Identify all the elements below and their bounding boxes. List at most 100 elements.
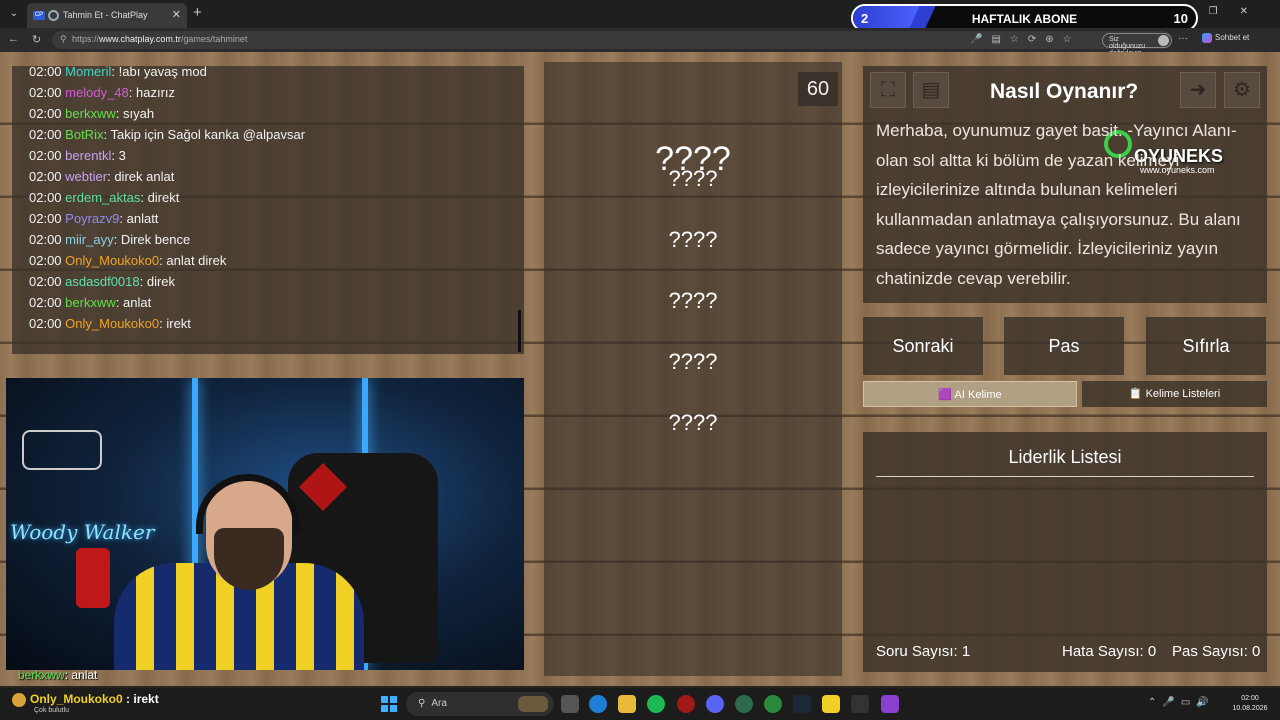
site-info-icon[interactable]: ⚲ bbox=[60, 34, 67, 45]
chat-panel: 02:00 Momeril: !abı yavaş mod 02:00 melod… bbox=[12, 64, 524, 354]
verify-identity-button[interactable]: Siz olduğunuzu doğrulayın bbox=[1102, 33, 1172, 57]
discord-icon[interactable] bbox=[706, 695, 724, 713]
chat-time: 02:00 bbox=[29, 148, 62, 163]
chat-username[interactable]: berentkl bbox=[65, 148, 111, 163]
address-action-icons[interactable]: 🎤▤☆⟳⊕☆ bbox=[970, 34, 1081, 45]
chat-text: direk anlat bbox=[114, 169, 175, 184]
weather-text: Çok bulutlu bbox=[34, 707, 70, 714]
more-menu-icon[interactable]: ··· bbox=[1178, 33, 1188, 44]
hidden-word: ???? bbox=[668, 288, 718, 313]
task-view-icon[interactable] bbox=[561, 695, 579, 713]
app-circle-icon[interactable] bbox=[735, 695, 753, 713]
chat-time: 02:00 bbox=[29, 106, 62, 121]
copilot-button[interactable]: Sohbet et bbox=[1202, 33, 1249, 43]
next-button[interactable]: Sonraki bbox=[863, 317, 983, 375]
chat-text: 3 bbox=[118, 148, 126, 163]
profile-avatar-icon bbox=[1158, 35, 1169, 46]
chat-username[interactable]: melody_48 bbox=[65, 85, 129, 100]
chat-text: !abı yavaş mod bbox=[118, 64, 207, 79]
tab-active[interactable]: CP Tahmin Et - ChatPlay ✕ bbox=[27, 3, 187, 28]
chat-time: 02:00 bbox=[29, 169, 62, 184]
url-field[interactable]: ⚲ https://www.chatplay.com.tr/games/tahm… bbox=[52, 31, 1172, 57]
chat-message: 02:00 Only_Moukoko0: anlat direk bbox=[29, 253, 227, 268]
chat-time: 02:00 bbox=[29, 190, 62, 205]
error-count: Hata Sayısı: 0 bbox=[1062, 643, 1157, 660]
chat-message: 02:00 Only_Moukoko0: irekt bbox=[29, 316, 191, 331]
chat-text: direkt bbox=[147, 190, 180, 205]
pass-button[interactable]: Pas bbox=[1004, 317, 1124, 375]
fullscreen-icon[interactable]: ⛶ bbox=[870, 72, 906, 108]
chat-message: 02:00 miir_ayy: Direk bence bbox=[29, 232, 191, 247]
chat-text: anlatt bbox=[126, 211, 159, 226]
hidden-word: ???? bbox=[668, 166, 718, 191]
chat-message: 02:00 webtier: direk anlat bbox=[29, 169, 175, 184]
reload-icon[interactable]: ↻ bbox=[32, 33, 41, 46]
site-favicon-icon bbox=[48, 10, 59, 21]
taskbar-search[interactable]: ⚲ Ara bbox=[406, 692, 554, 716]
new-tab-plus-icon[interactable]: + bbox=[193, 4, 202, 21]
ai-word-button[interactable]: 🟪 AI Kelime bbox=[863, 381, 1077, 407]
sub-goal-count: 10 bbox=[1173, 11, 1188, 26]
chat-username[interactable]: Only_Moukoko0 bbox=[65, 253, 159, 268]
chat-username[interactable]: Only_Moukoko0 bbox=[65, 316, 159, 331]
app-red-icon[interactable] bbox=[677, 695, 695, 713]
chatplay-favicon-icon: CP bbox=[33, 11, 45, 20]
chat-username[interactable]: BotRix bbox=[65, 127, 103, 142]
tab-title: Tahmin Et - ChatPlay bbox=[63, 10, 148, 20]
chat-username[interactable]: webtier bbox=[65, 169, 107, 184]
chat-message: 02:00 melody_48: hazırız bbox=[29, 85, 176, 100]
taskbar-clock[interactable]: 02:00 10.08.2026 bbox=[1226, 694, 1274, 714]
chat-username[interactable]: berkxww bbox=[65, 295, 116, 310]
notification-avatar-icon bbox=[12, 692, 26, 707]
chat-username[interactable]: berkxww bbox=[65, 106, 116, 121]
reset-button[interactable]: Sıfırla bbox=[1146, 317, 1266, 375]
chat-username[interactable]: Poyrazv9 bbox=[65, 211, 119, 226]
chat-text: Takip için Sağol kanka @alpavsar bbox=[110, 127, 306, 142]
chat-message: 02:00 erdem_aktas: direkt bbox=[29, 190, 180, 205]
chat-time: 02:00 bbox=[29, 274, 62, 289]
webcam-feed: Woody Walker bbox=[6, 378, 524, 670]
how-to-play-text: Merhaba, oyunumuz gayet basit. -Yayıncı … bbox=[876, 121, 1241, 288]
back-arrow-icon[interactable]: ← bbox=[8, 33, 19, 45]
hidden-word: ???? bbox=[668, 410, 718, 435]
app-purple-icon[interactable] bbox=[881, 695, 899, 713]
app-yellow-icon[interactable] bbox=[822, 695, 840, 713]
chat-username[interactable]: asdasdf0018 bbox=[65, 274, 139, 289]
word-lists-button[interactable]: 📋 Kelime Listeleri bbox=[1082, 381, 1267, 407]
exit-icon[interactable]: ➜ bbox=[1180, 72, 1216, 108]
sub-label: HAFTALIK ABONE bbox=[971, 12, 1078, 26]
system-tray-icons[interactable]: ⌃🎤▭🔊 bbox=[1148, 697, 1215, 708]
chat-username[interactable]: miir_ayy bbox=[65, 232, 113, 247]
chat-username[interactable]: Momeril bbox=[65, 64, 111, 79]
windows-start-icon[interactable] bbox=[381, 696, 397, 712]
chat-username[interactable]: erdem_aktas bbox=[65, 190, 140, 205]
chat-time: 02:00 bbox=[29, 85, 62, 100]
edge-browser-icon[interactable] bbox=[589, 695, 607, 713]
chrome-icon[interactable] bbox=[764, 695, 782, 713]
app-green-icon[interactable] bbox=[647, 695, 665, 713]
file-explorer-icon[interactable] bbox=[618, 695, 636, 713]
cam-shelf bbox=[22, 430, 102, 470]
tab-close-icon[interactable]: ✕ bbox=[172, 3, 181, 28]
chat-text: anlat bbox=[122, 295, 152, 310]
chat-message: 02:00 Momeril: !abı yavaş mod bbox=[29, 64, 207, 79]
hidden-word: ???? bbox=[668, 349, 718, 374]
rules-doc-icon[interactable]: ▤ bbox=[913, 72, 949, 108]
app-dark-icon[interactable] bbox=[851, 695, 869, 713]
cam-microphone bbox=[76, 548, 110, 608]
tab-list-chevron-icon[interactable]: ⌄ bbox=[6, 6, 22, 22]
chat-time: 02:00 bbox=[29, 64, 62, 79]
chat-time: 02:00 bbox=[29, 253, 62, 268]
steam-icon[interactable] bbox=[793, 695, 811, 713]
how-to-play-title: Nasıl Oynanır? bbox=[990, 80, 1139, 103]
taskbar-chat-notification: Only_Moukoko0 : irekt bbox=[12, 692, 159, 707]
chat-scrollbar[interactable] bbox=[518, 310, 521, 352]
settings-gear-icon[interactable]: ⚙ bbox=[1224, 72, 1260, 108]
cam-neon-sign: Woody Walker bbox=[10, 520, 155, 544]
url-text: https://www.chatplay.com.tr/games/tahmin… bbox=[72, 34, 248, 44]
chat-message: 02:00 BotRix: Takip için Sağol kanka @al… bbox=[29, 127, 306, 142]
chat-text: irekt bbox=[166, 316, 191, 331]
search-highlight-image bbox=[518, 696, 548, 712]
chat-text: anlat direk bbox=[166, 253, 227, 268]
chat-message: 02:00 asdasdf0018: direk bbox=[29, 274, 176, 289]
